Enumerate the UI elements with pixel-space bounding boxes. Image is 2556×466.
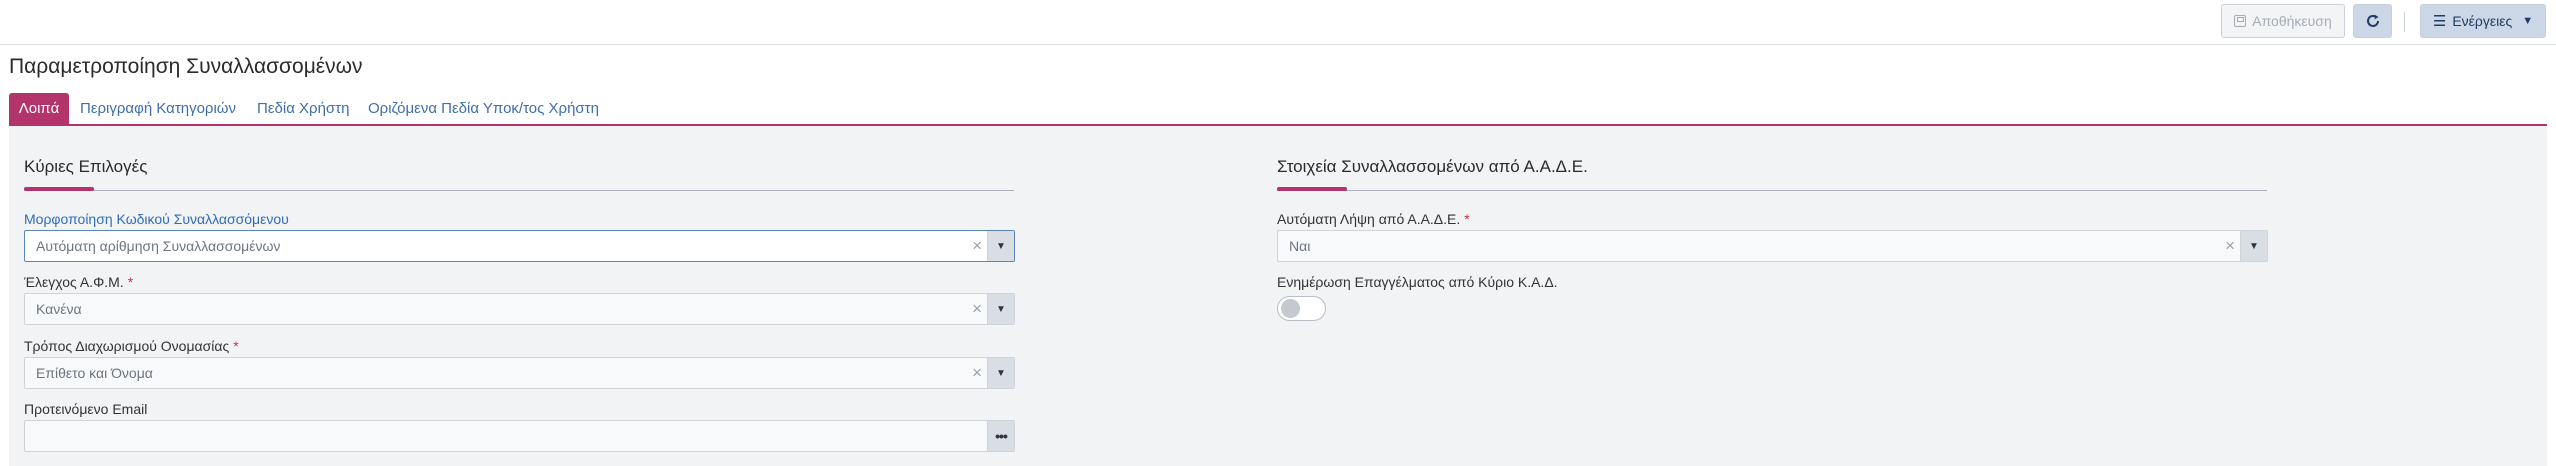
toolbar-divider xyxy=(2404,12,2405,32)
select-value: Επίθετο και Όνομα xyxy=(36,365,153,381)
dropdown-arrow-icon[interactable]: ▼ xyxy=(2240,231,2267,261)
tab-label: Πεδία Χρήστη xyxy=(257,100,350,117)
clear-icon[interactable]: × xyxy=(972,294,982,324)
aade-heading: Στοιχεία Συναλλασσομένων από Α.Α.Δ.Ε. xyxy=(1277,157,1588,176)
profession-update-toggle[interactable] xyxy=(1277,296,1326,321)
tab-user-defined-subaccount-fields[interactable]: Οριζόμενα Πεδία Υποκ/τος Χρήστη xyxy=(368,93,599,124)
section-accent-bar xyxy=(24,187,94,191)
vat-check-label: Έλεγχος Α.Φ.Μ. * xyxy=(24,274,134,290)
required-mark: * xyxy=(127,274,134,290)
code-format-label: Μορφοποίηση Κωδικού Συναλλασσόμενου xyxy=(24,211,289,227)
suggested-email-field[interactable]: ••• xyxy=(24,420,1015,452)
clear-icon[interactable]: × xyxy=(972,231,982,261)
code-format-select[interactable]: Αυτόματη αρίθμηση Συναλλασσομένων × ▼ xyxy=(24,230,1015,262)
actions-button-label: Ενέργειες xyxy=(2452,13,2513,29)
tab-label: Λοιπά xyxy=(18,100,60,117)
top-toolbar: Αποθήκευση ☰ Ενέργειες ▼ xyxy=(0,0,2556,45)
required-mark: * xyxy=(1464,211,1470,227)
section-divider xyxy=(1277,190,2267,191)
more-icon[interactable]: ••• xyxy=(987,421,1014,451)
aade-auto-fetch-select[interactable]: Ναι × ▼ xyxy=(1277,230,2268,262)
tab-category-descriptions[interactable]: Περιγραφή Κατηγοριών xyxy=(80,93,236,124)
required-mark: * xyxy=(233,338,239,354)
tab-label: Οριζόμενα Πεδία Υποκ/τος Χρήστη xyxy=(368,100,599,117)
save-icon xyxy=(2234,15,2247,27)
suggested-email-label: Προτεινόμενο Email xyxy=(24,401,148,417)
main-options-heading: Κύριες Επιλογές xyxy=(24,157,148,176)
actions-button[interactable]: ☰ Ενέργειες ▼ xyxy=(2420,4,2546,38)
name-split-label: Τρόπος Διαχωρισμού Ονομασίας * xyxy=(24,338,239,354)
save-button[interactable]: Αποθήκευση xyxy=(2221,4,2345,38)
save-button-label: Αποθήκευση xyxy=(2252,13,2332,29)
dropdown-arrow-icon[interactable]: ▼ xyxy=(987,294,1014,324)
select-value: Ναι xyxy=(1289,238,1311,254)
refresh-icon xyxy=(2366,14,2379,27)
refresh-button[interactable] xyxy=(2353,4,2392,38)
section-accent-bar xyxy=(1277,187,1347,191)
vat-check-select[interactable]: Κανένα × ▼ xyxy=(24,293,1015,325)
profession-update-label: Ενημέρωση Επαγγέλματος από Κύριο Κ.Α.Δ. xyxy=(1277,274,1558,290)
tab-loipa[interactable]: Λοιπά xyxy=(9,93,69,124)
menu-icon: ☰ xyxy=(2432,13,2447,30)
dropdown-arrow-icon[interactable]: ▼ xyxy=(987,358,1014,388)
caret-down-icon: ▼ xyxy=(2522,15,2534,27)
tab-user-fields[interactable]: Πεδία Χρήστη xyxy=(257,93,349,124)
page-title: Παραμετροποίηση Συναλλασσομένων xyxy=(9,55,363,78)
dropdown-arrow-icon[interactable]: ▼ xyxy=(987,231,1014,261)
aade-auto-fetch-label: Αυτόματη Λήψη από Α.Α.Δ.Ε. * xyxy=(1277,211,1470,227)
section-divider xyxy=(24,190,1014,191)
clear-icon[interactable]: × xyxy=(2225,231,2235,261)
clear-icon[interactable]: × xyxy=(972,358,982,388)
select-value: Αυτόματη αρίθμηση Συναλλασσομένων xyxy=(36,238,281,254)
toggle-knob xyxy=(1281,299,1300,318)
tab-label: Περιγραφή Κατηγοριών xyxy=(80,100,237,117)
select-value: Κανένα xyxy=(36,301,82,317)
name-split-select[interactable]: Επίθετο και Όνομα × ▼ xyxy=(24,357,1015,389)
